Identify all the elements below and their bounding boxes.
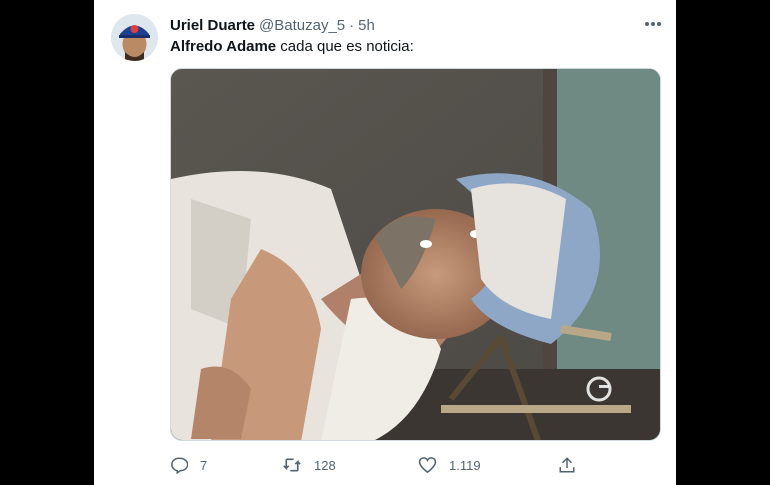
author-handle[interactable]: @Batuzay_5 bbox=[259, 17, 345, 34]
separator-dot: · bbox=[349, 16, 355, 34]
more-icon bbox=[645, 22, 661, 26]
tweet-actions: 7 128 1.119 bbox=[170, 452, 590, 478]
share-icon bbox=[559, 457, 575, 473]
reply-icon bbox=[171, 457, 188, 474]
like-button[interactable]: 1.119 bbox=[418, 452, 481, 478]
tweet-card[interactable]: Uriel Duarte @Batuzay_5 · 5h Alfredo Ada… bbox=[94, 0, 676, 485]
avatar[interactable] bbox=[111, 14, 158, 61]
tweet-mention[interactable]: Alfredo Adame bbox=[170, 38, 276, 55]
tweet-body: cada que es noticia: bbox=[276, 38, 414, 55]
reply-count: 7 bbox=[200, 457, 208, 473]
retweet-count: 128 bbox=[314, 457, 336, 473]
more-options-button[interactable] bbox=[642, 14, 664, 34]
reply-button[interactable]: 7 bbox=[170, 452, 207, 478]
retweet-icon bbox=[283, 458, 301, 472]
tweet-media-image[interactable] bbox=[170, 68, 661, 441]
timestamp[interactable]: 5h bbox=[358, 17, 375, 34]
like-icon bbox=[418, 457, 437, 474]
tweet-text: Alfredo Adame cada que es noticia: bbox=[170, 38, 414, 55]
share-button[interactable] bbox=[558, 452, 576, 478]
author-name[interactable]: Uriel Duarte bbox=[170, 17, 255, 34]
retweet-button[interactable]: 128 bbox=[282, 452, 336, 478]
tweet-header: Uriel Duarte @Batuzay_5 · 5h bbox=[170, 15, 375, 35]
like-count: 1.119 bbox=[449, 457, 481, 473]
